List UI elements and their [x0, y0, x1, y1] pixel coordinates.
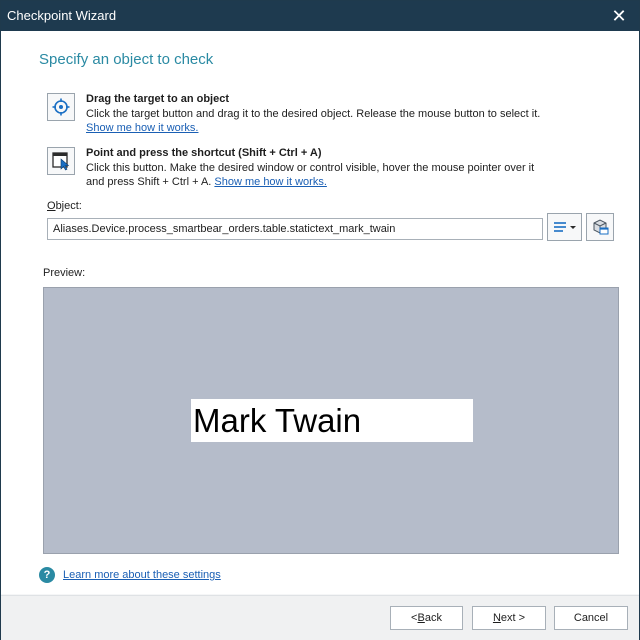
- learn-more-link[interactable]: Learn more about these settings: [63, 569, 221, 581]
- help-row: ? Learn more about these settings: [39, 567, 221, 583]
- crosshair-target-icon: [52, 98, 70, 116]
- preview-label: Preview:: [43, 267, 86, 279]
- preview-pane: Mark Twain: [43, 287, 619, 554]
- close-button[interactable]: ✕: [599, 1, 639, 31]
- title-bar: Checkpoint Wizard ✕: [1, 1, 639, 31]
- drag-option-title: Drag the target to an object: [86, 93, 230, 105]
- drag-show-me-link[interactable]: Show me how it works.: [86, 122, 198, 134]
- list-lines-icon: [553, 222, 576, 232]
- cancel-button[interactable]: Cancel: [554, 606, 628, 630]
- object-browser-icon: [593, 219, 609, 235]
- point-option-description-2: and press Shift + Ctrl + A.: [86, 176, 212, 188]
- next-button[interactable]: Next >: [472, 606, 546, 630]
- point-show-me-link[interactable]: Show me how it works.: [214, 176, 326, 188]
- preview-object-text: Mark Twain: [191, 399, 473, 442]
- object-tree-dropdown-button[interactable]: [547, 213, 582, 241]
- target-button[interactable]: [47, 93, 75, 121]
- window-title: Checkpoint Wizard: [7, 8, 117, 23]
- point-button[interactable]: [47, 147, 75, 175]
- object-browser-button[interactable]: [586, 213, 614, 241]
- drag-option-description: Click the target button and drag it to t…: [86, 108, 541, 120]
- object-input[interactable]: [47, 218, 543, 240]
- footer-bar: < Back Next > Cancel: [1, 595, 639, 640]
- point-option-description: Click this button. Make the desired wind…: [86, 162, 535, 174]
- back-button[interactable]: < Back: [390, 606, 463, 630]
- point-window-icon: [52, 152, 70, 171]
- point-option-title: Point and press the shortcut (Shift + Ct…: [86, 147, 322, 159]
- page-title: Specify an object to check: [39, 51, 214, 68]
- wizard-content: Specify an object to check Drag the targ…: [1, 31, 639, 594]
- object-label: Object:: [47, 200, 82, 212]
- help-icon: ?: [39, 567, 55, 583]
- checkpoint-wizard-window: Checkpoint Wizard ✕ Specify an object to…: [0, 0, 640, 640]
